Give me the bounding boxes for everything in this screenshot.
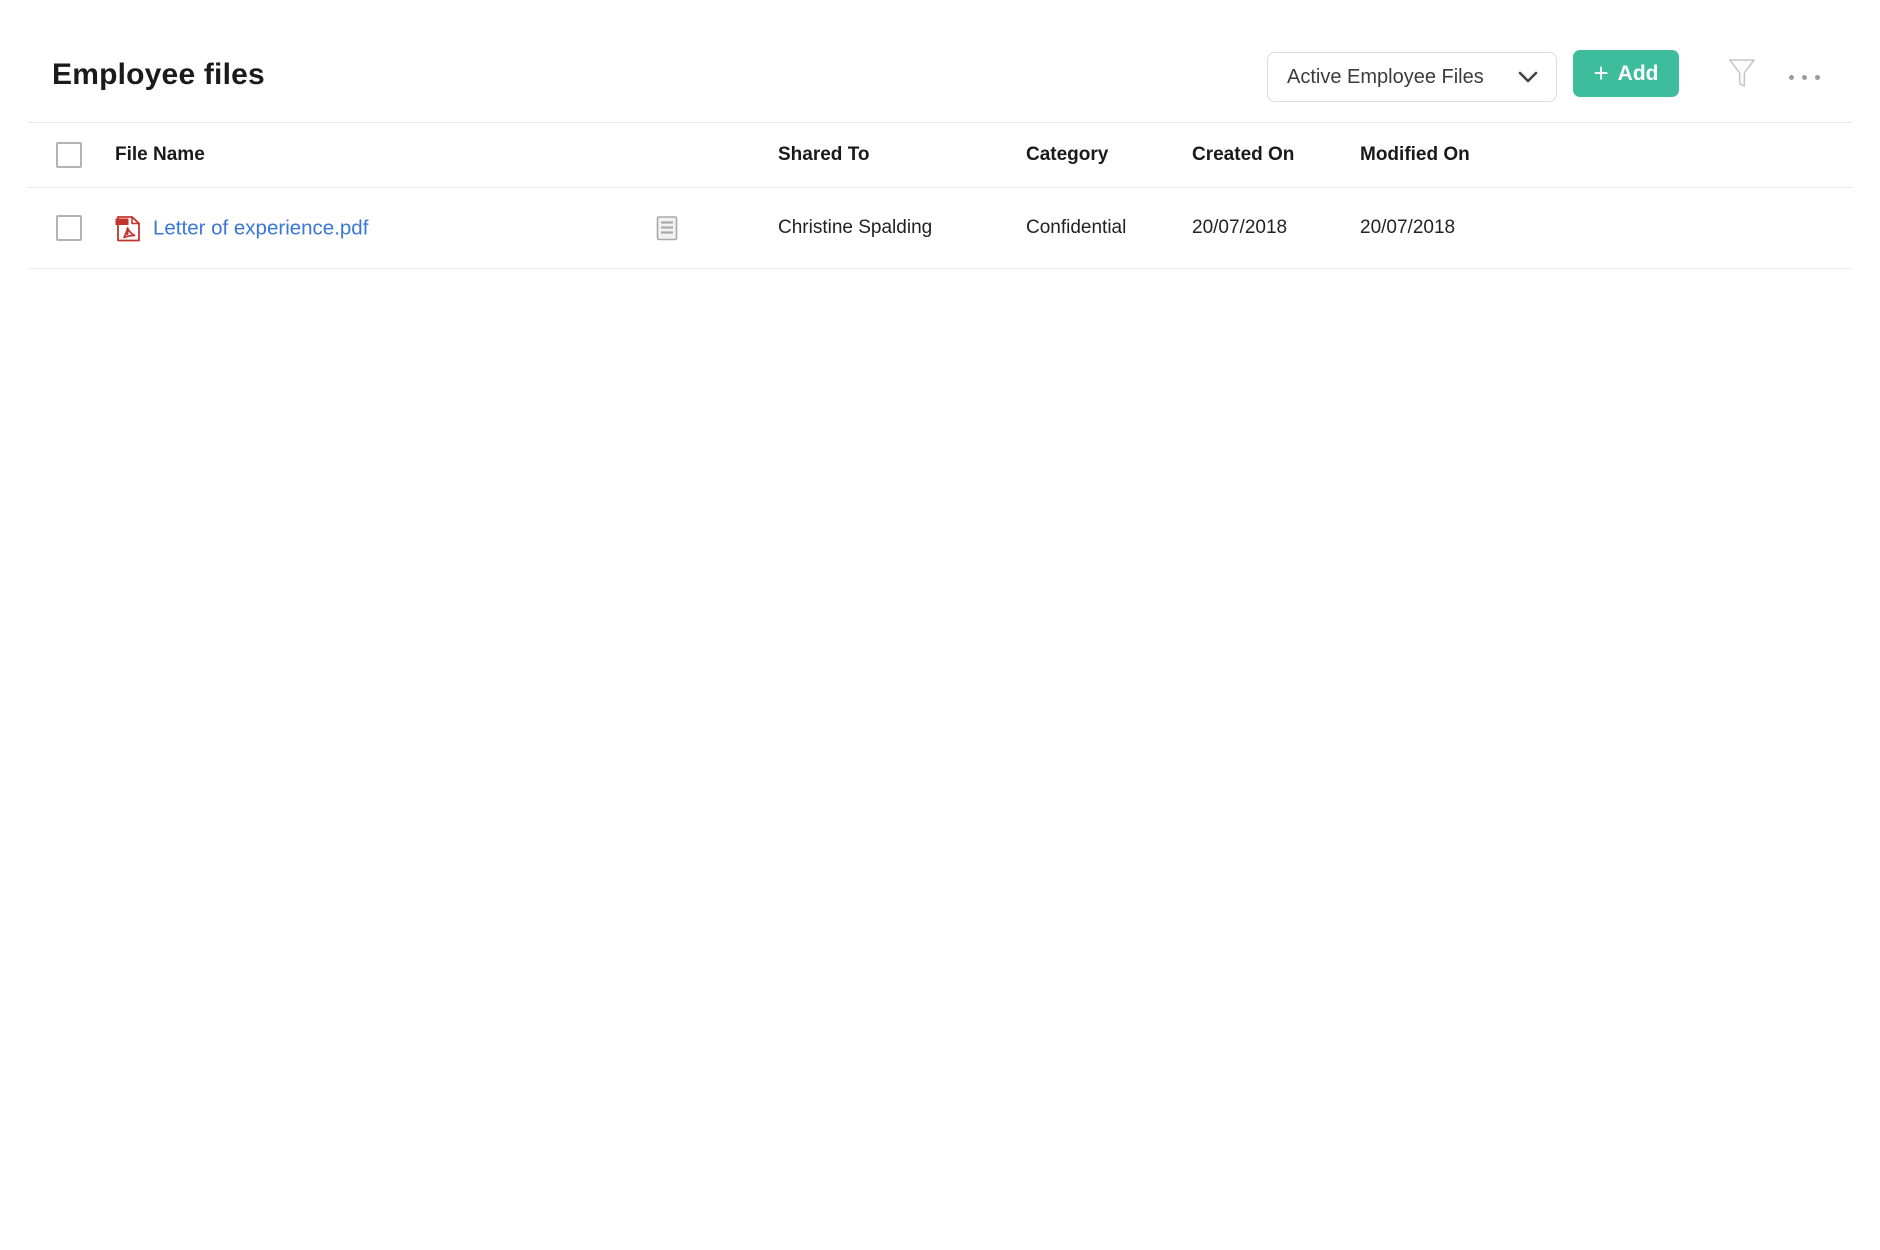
shared-to-value: Christine Spalding (778, 217, 932, 239)
table-header-row: File Name Shared To Category Created On … (28, 122, 1852, 188)
ellipsis-dot (1802, 75, 1807, 80)
file-name-cell: Letter of experience.pdf (115, 214, 368, 243)
view-selector-dropdown[interactable]: Active Employee Files (1267, 52, 1557, 102)
select-all-checkbox[interactable] (56, 142, 82, 168)
modified-on-value: 20/07/2018 (1360, 217, 1455, 239)
employee-files-page: Employee files Active Employee Files + A… (0, 0, 1880, 1250)
notes-icon[interactable] (656, 215, 678, 242)
more-options-button[interactable] (1782, 62, 1826, 92)
plus-icon: + (1593, 60, 1608, 86)
column-header-modified-on[interactable]: Modified On (1360, 144, 1470, 166)
ellipsis-dot (1815, 75, 1820, 80)
column-header-created-on[interactable]: Created On (1192, 144, 1294, 166)
column-header-shared-to[interactable]: Shared To (778, 144, 870, 166)
filter-button[interactable] (1722, 52, 1762, 96)
created-on-value: 20/07/2018 (1192, 217, 1287, 239)
table-row: Letter of experience.pdf Christine Spald… (28, 188, 1852, 269)
chevron-down-icon (1518, 71, 1538, 83)
ellipsis-dot (1789, 75, 1794, 80)
category-value: Confidential (1026, 217, 1126, 239)
row-checkbox[interactable] (56, 215, 82, 241)
column-header-file-name[interactable]: File Name (115, 144, 205, 166)
pdf-file-icon (115, 214, 142, 243)
page-title: Employee files (52, 58, 265, 92)
employee-files-table: File Name Shared To Category Created On … (28, 122, 1852, 269)
file-name-link[interactable]: Letter of experience.pdf (153, 216, 368, 240)
add-button-label: Add (1618, 62, 1659, 86)
column-header-category[interactable]: Category (1026, 144, 1108, 166)
filter-funnel-icon (1728, 57, 1756, 91)
view-selector-value: Active Employee Files (1287, 66, 1484, 89)
add-button[interactable]: + Add (1573, 50, 1679, 97)
